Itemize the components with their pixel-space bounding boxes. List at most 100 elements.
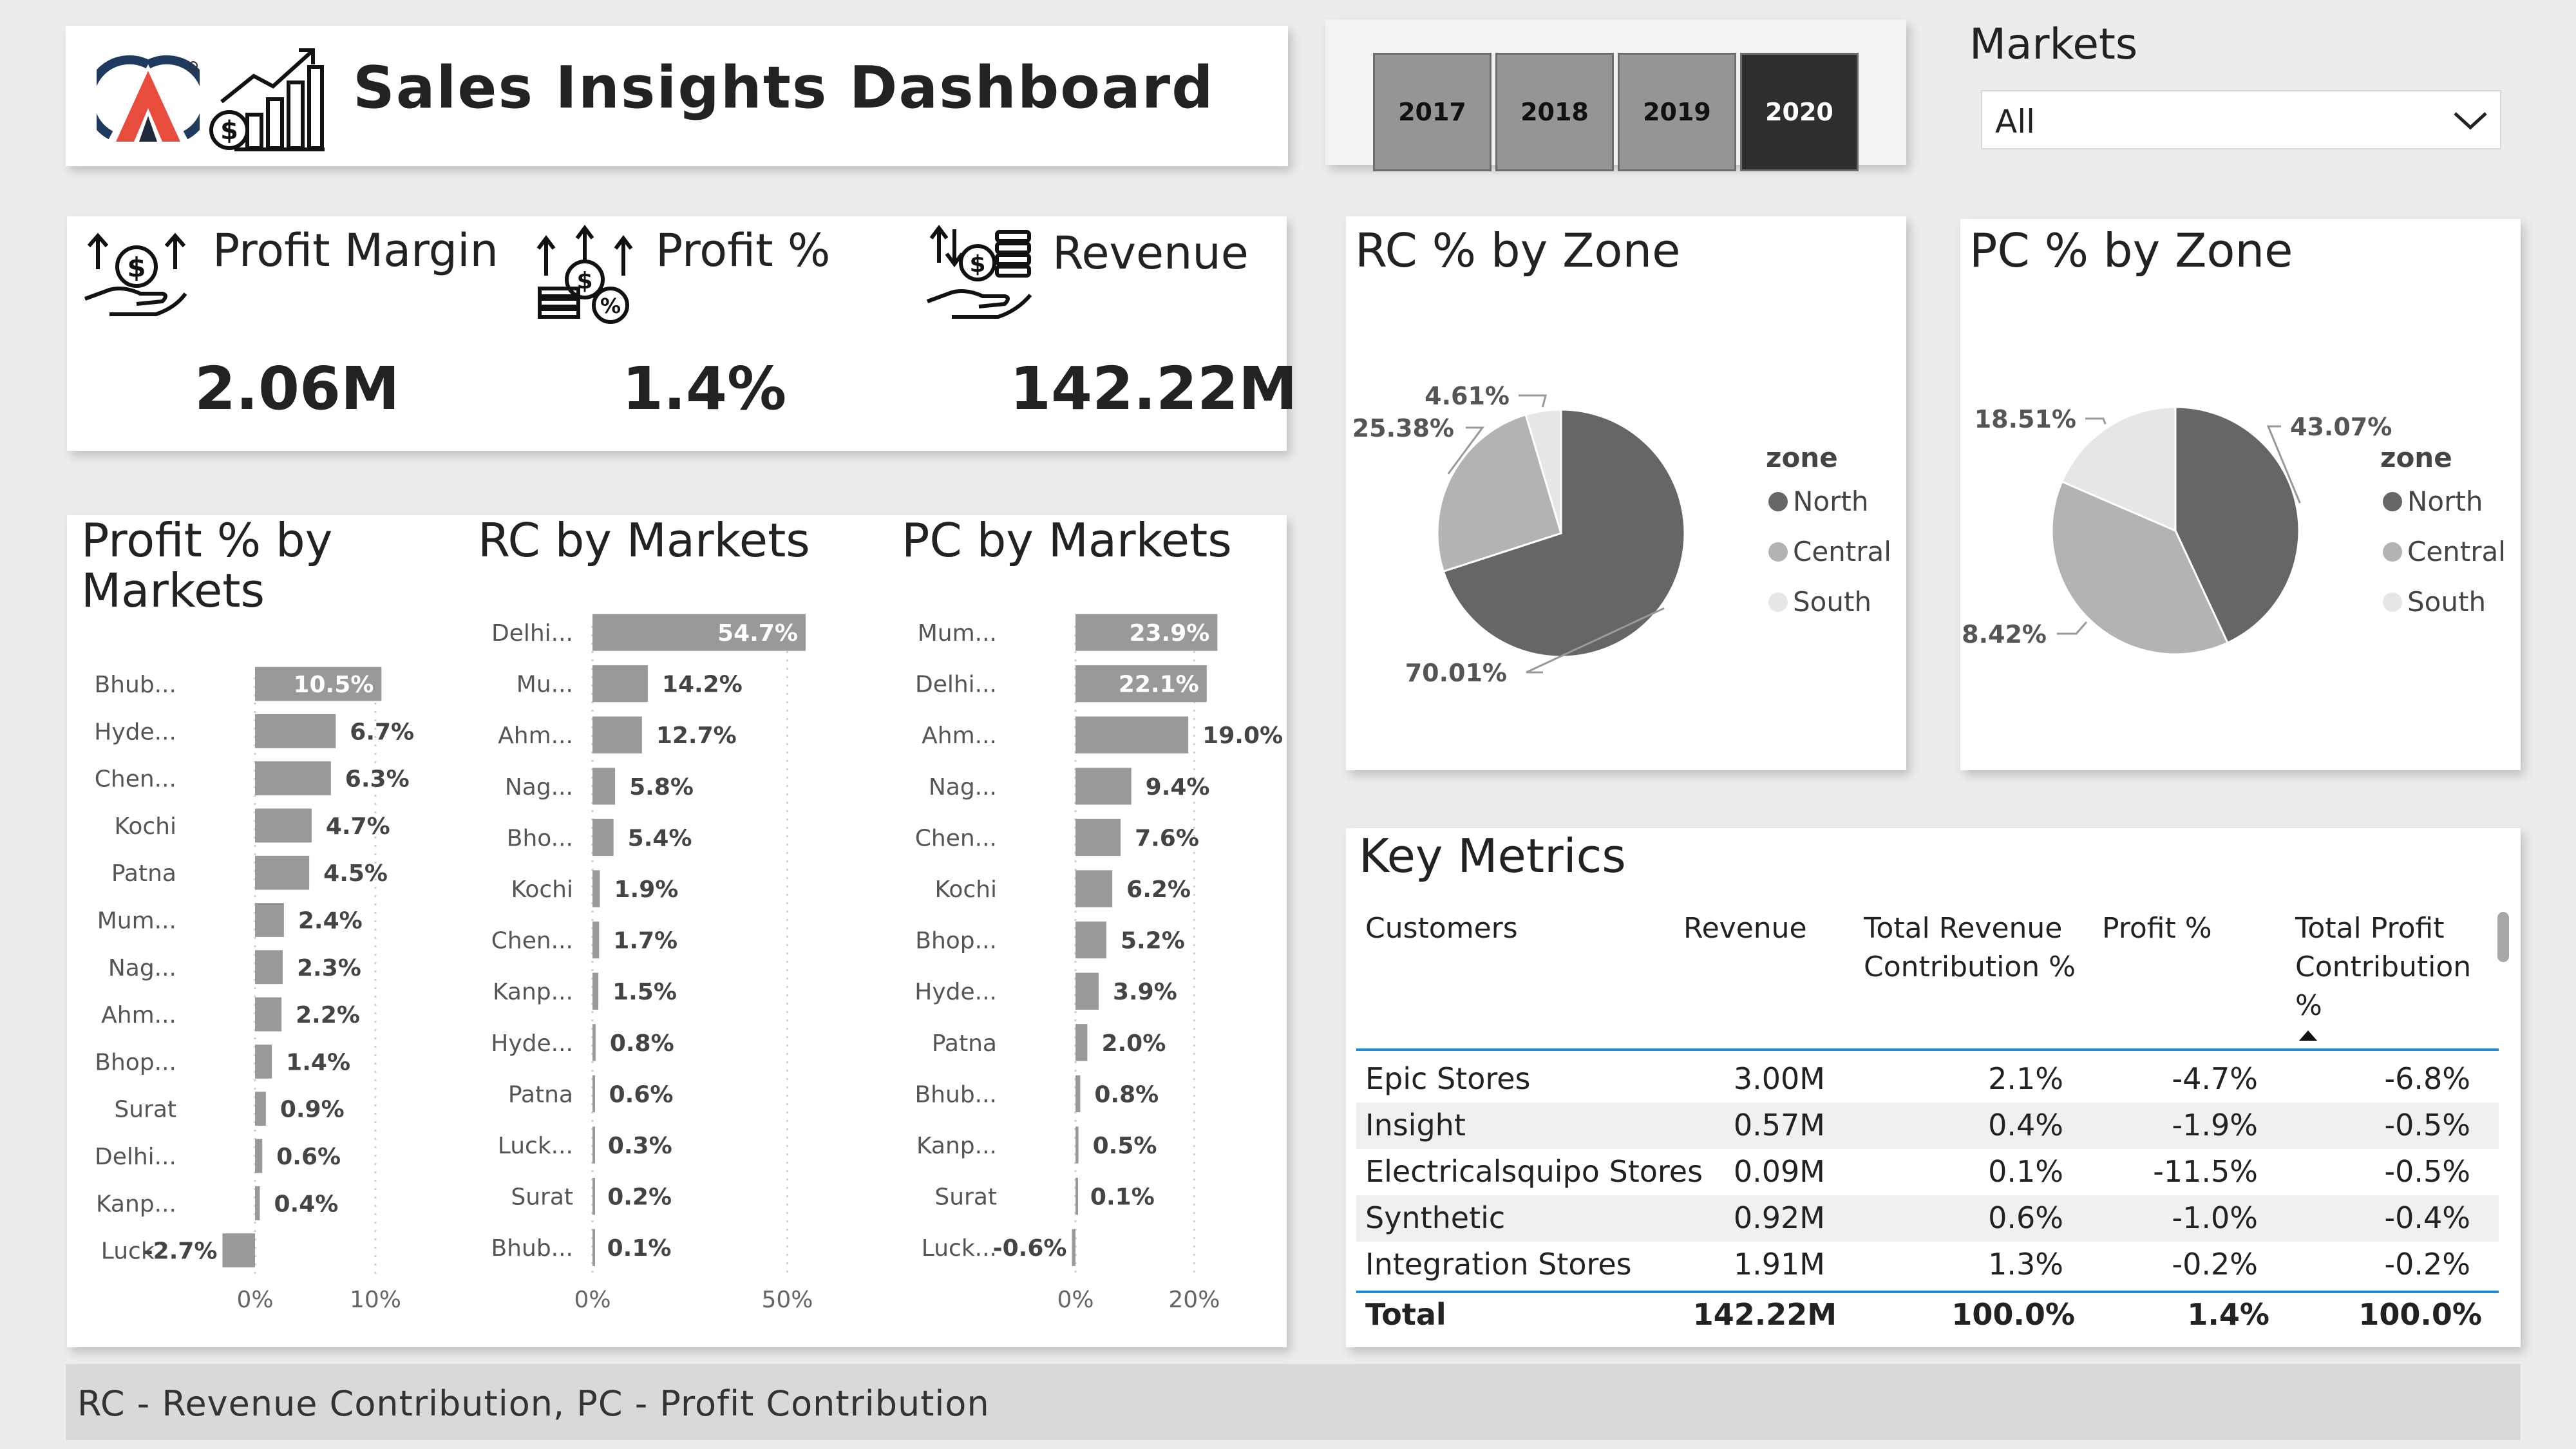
pie-data-label: 25.38% <box>1352 414 1454 442</box>
pc-zone-legend-north[interactable]: North <box>2383 486 2483 517</box>
bar[interactable] <box>592 972 599 1010</box>
year-button-2017[interactable]: 2017 <box>1373 53 1492 171</box>
dashboard-title: Sales Insights Dashboard <box>353 54 1215 122</box>
bar[interactable] <box>592 870 600 907</box>
bar-data-label: 9.4% <box>1146 774 1210 800</box>
category-label: Kanp... <box>493 979 573 1005</box>
bar[interactable] <box>1075 819 1121 857</box>
markets-filter-label: Markets <box>1969 19 2138 69</box>
bar-data-label: 10.5% <box>293 672 374 698</box>
bar[interactable] <box>592 1229 595 1266</box>
bar[interactable] <box>592 819 614 857</box>
bar-data-label: 6.3% <box>345 766 410 793</box>
markets-charts-card: Profit % by Markets RC by Markets PC by … <box>67 515 1287 1347</box>
markets-dropdown[interactable]: All <box>1981 90 2501 149</box>
bar[interactable] <box>255 761 331 795</box>
bar[interactable] <box>255 855 310 890</box>
rc-zone-legend-north[interactable]: North <box>1768 486 1868 517</box>
year-button-2018[interactable]: 2018 <box>1495 53 1614 171</box>
bar-data-label: 23.9% <box>1129 620 1209 647</box>
kpi-profit-margin-value: 2.06M <box>194 354 400 423</box>
bar[interactable] <box>255 1186 260 1220</box>
bar-data-label: 3.9% <box>1113 979 1177 1005</box>
rc-zone-legend-south[interactable]: South <box>1768 586 1871 618</box>
bar[interactable] <box>592 1126 595 1164</box>
bar[interactable] <box>222 1233 255 1267</box>
bar-data-label: 0.6% <box>609 1081 674 1108</box>
kpi-card: $ Profit Margin 2.06M $ % Profit % 1.4% <box>67 216 1298 451</box>
bar[interactable] <box>592 716 642 753</box>
atliq-logo-icon <box>97 55 200 142</box>
axis-tick-label: 50% <box>761 1287 813 1313</box>
pc-zone-legend-central[interactable]: Central <box>2383 536 2506 567</box>
bar[interactable] <box>255 903 284 937</box>
bar-data-label: 0.4% <box>274 1191 338 1217</box>
bar[interactable] <box>1075 1177 1078 1215</box>
bar[interactable] <box>255 997 282 1032</box>
bar[interactable] <box>1075 768 1132 805</box>
pie-data-label: 38.42% <box>1960 620 2047 649</box>
category-label: Kochi <box>115 813 176 840</box>
category-label: Patna <box>932 1030 997 1057</box>
pie-data-label: 70.01% <box>1405 659 1507 687</box>
column-header-total-revenue-contribution[interactable]: Total Revenue Contribution % <box>1864 909 2083 987</box>
bar-data-label: -2.7% <box>144 1238 218 1265</box>
bar[interactable] <box>1075 870 1113 907</box>
column-header-revenue[interactable]: Revenue <box>1683 909 1807 948</box>
category-label: Bhop... <box>915 928 997 954</box>
bar[interactable] <box>592 921 600 959</box>
bar[interactable] <box>1075 921 1106 959</box>
table-row[interactable]: Integration Stores 1.91M 1.3% -0.2% -0.2% <box>1356 1242 2499 1288</box>
bar[interactable] <box>1075 1075 1081 1113</box>
bar-data-label: 22.1% <box>1119 672 1199 698</box>
bar-data-label: 12.7% <box>656 723 737 749</box>
column-header-total-profit-contribution[interactable]: Total Profit Contribution % <box>2295 909 2488 1025</box>
table-scrollbar[interactable] <box>2497 912 2509 962</box>
pc-zone-legend-south[interactable]: South <box>2383 586 2486 618</box>
table-row[interactable]: Epic Stores 3.00M 2.1% -4.7% -6.8% <box>1356 1056 2499 1103</box>
markets-dropdown-value: All <box>1995 103 2035 140</box>
bar[interactable] <box>255 714 336 748</box>
bar[interactable] <box>255 1139 263 1173</box>
total-revenue-contribution: 100.0% <box>1951 1297 2075 1332</box>
category-label: Delhi... <box>491 620 573 647</box>
pie-data-label: 4.61% <box>1425 382 1510 410</box>
column-header-customers[interactable]: Customers <box>1365 909 1518 948</box>
sort-ascending-icon[interactable] <box>2298 1029 2318 1042</box>
kpi-revenue-value: 142.22M <box>1010 354 1298 423</box>
category-label: Kochi <box>935 876 997 903</box>
bar[interactable] <box>592 1075 595 1113</box>
year-button-2019[interactable]: 2019 <box>1618 53 1736 171</box>
table-row[interactable]: Synthetic 0.92M 0.6% -1.0% -0.4% <box>1356 1195 2499 1242</box>
cell-customer: Integration Stores <box>1365 1247 1632 1282</box>
kpi-profit-percent-label: Profit % <box>656 224 831 277</box>
legend-dot-north <box>1768 491 1788 511</box>
legend-dot-central <box>2383 542 2402 562</box>
bar-data-label: 0.9% <box>280 1097 345 1123</box>
pc-zone-legend-title: zone <box>2380 442 2452 473</box>
bar[interactable] <box>1075 1126 1079 1164</box>
bar[interactable] <box>592 1177 595 1215</box>
column-header-profit-percent[interactable]: Profit % <box>2102 909 2212 948</box>
bar[interactable] <box>255 950 283 985</box>
table-row[interactable]: Insight 0.57M 0.4% -1.9% -0.5% <box>1356 1103 2499 1149</box>
bar[interactable] <box>592 768 616 805</box>
bar[interactable] <box>592 1024 596 1061</box>
rc-zone-legend-central[interactable]: Central <box>1768 536 1891 567</box>
bar-data-label: 1.7% <box>613 928 677 954</box>
bar[interactable] <box>1075 716 1189 753</box>
bar[interactable] <box>1075 972 1099 1010</box>
bar[interactable] <box>592 665 648 703</box>
category-label: Hyde... <box>914 979 997 1005</box>
category-label: Nag... <box>108 955 176 981</box>
year-button-2020[interactable]: 2020 <box>1740 53 1859 171</box>
pie-leader-line <box>2085 417 2107 425</box>
table-row[interactable]: Electricalsquipo Stores 0.09M 0.1% -11.5% -0… <box>1356 1149 2499 1195</box>
bar[interactable] <box>1072 1229 1075 1266</box>
bar[interactable] <box>255 1092 266 1126</box>
bar[interactable] <box>255 808 312 843</box>
title-card: $ Sales Insights Dashboard <box>66 26 1288 166</box>
bar[interactable] <box>1075 1024 1088 1061</box>
bar-data-label: 0.8% <box>1094 1081 1159 1108</box>
bar[interactable] <box>255 1045 272 1079</box>
